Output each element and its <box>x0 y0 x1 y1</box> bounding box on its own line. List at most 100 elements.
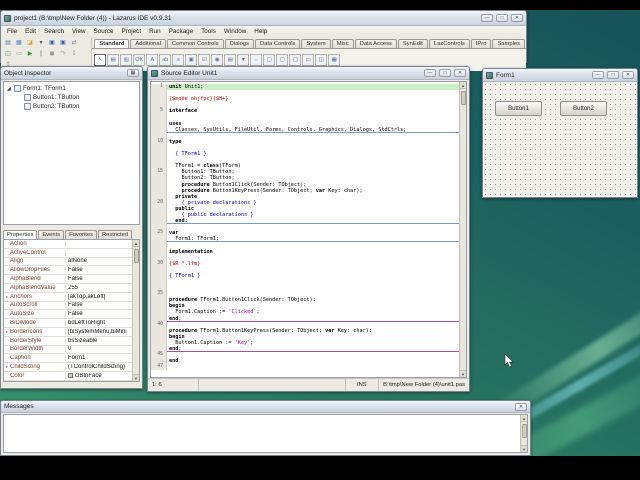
editor-close-button[interactable]: ✕ <box>454 69 466 77</box>
menu-view[interactable]: View <box>69 27 89 37</box>
tframe-icon[interactable]: ◫ <box>315 54 328 66</box>
messages-list[interactable] <box>4 415 520 452</box>
property-value[interactable]: 0 <box>66 346 132 352</box>
property-value[interactable]: False <box>66 267 132 273</box>
property-row-bordericons[interactable]: ▸ BorderIcons [biSystemMenu,biMini <box>4 328 132 337</box>
stop-icon[interactable]: ◼ <box>47 49 57 59</box>
messages-close-button[interactable]: ✕ <box>515 402 527 411</box>
messages-scrollbar[interactable]: ▲ ▼ <box>520 415 527 452</box>
menu-help[interactable]: Help <box>251 27 270 37</box>
form-close-button[interactable]: ✕ <box>622 71 634 79</box>
tree-item-button1[interactable]: Button1: TButton <box>4 93 139 102</box>
scroll-thumb[interactable] <box>133 249 139 263</box>
menu-project[interactable]: Project <box>118 27 144 37</box>
inspector-tab-favorites[interactable]: Favorites <box>65 230 97 239</box>
property-value[interactable]: bsSizeable <box>66 338 132 344</box>
inspector-tab-properties[interactable]: Properties <box>3 230 38 239</box>
scroll-thumb[interactable] <box>460 91 466 105</box>
property-row-borderstyle[interactable]: BorderStyle bsSizeable <box>4 337 132 346</box>
close-button[interactable]: ✕ <box>511 14 523 22</box>
property-value[interactable]: Form1 <box>66 355 132 361</box>
property-row-borderwidth[interactable]: BorderWidth 0 <box>4 346 132 355</box>
property-row-color[interactable]: Color clBtnFace <box>4 372 132 381</box>
palette-tab-synedit[interactable]: SynEdit <box>397 39 428 48</box>
property-row-alphablend[interactable]: AlphaBlend False <box>4 275 132 284</box>
tpopupmenu-icon[interactable]: ▥ <box>120 54 133 66</box>
property-row-align[interactable]: Align alNone <box>4 258 132 267</box>
tmemo-icon[interactable]: ≡ <box>172 54 185 66</box>
tscrollbar-icon[interactable]: ⇔ <box>250 54 263 66</box>
editor-maximize-button[interactable]: □ <box>439 69 451 77</box>
palette-tab-ipro[interactable]: IPro <box>470 39 492 48</box>
palette-tab-samples[interactable]: Samples <box>492 39 525 48</box>
code-area[interactable]: 1 unit Unit1; {$mode objfpc}{$H+} 5 interfac… <box>151 82 459 377</box>
designed-button1[interactable]: Button1 <box>495 101 542 116</box>
property-value[interactable]: False <box>66 302 132 308</box>
save-icon[interactable]: ▣ <box>47 38 57 48</box>
scroll-down-icon[interactable]: ▼ <box>521 445 527 452</box>
tree-item-button2[interactable]: Button2: TButton <box>4 102 139 111</box>
tree-expand-icon[interactable]: ◢ <box>7 86 12 92</box>
object-inspector-menu-icon[interactable]: ▦ <box>127 69 139 77</box>
source-editor-titlebar[interactable]: Source Editor Unit1 — □ ✕ <box>148 67 469 80</box>
tcheckbox-icon[interactable]: ☑ <box>198 54 211 66</box>
scroll-down-icon[interactable]: ▼ <box>133 374 139 381</box>
save-all-icon[interactable]: ▣ <box>58 38 68 48</box>
property-row-bidimode[interactable]: BiDiMode bdLeftToRight <box>4 319 132 328</box>
tcombobox-icon[interactable]: ▼ <box>237 54 250 66</box>
menu-window[interactable]: Window <box>221 27 249 37</box>
property-value[interactable]: clBtnFace <box>66 373 132 379</box>
tgroupbox-icon[interactable]: ▢ <box>263 54 276 66</box>
select-pointer-icon[interactable]: ↖ <box>94 54 107 66</box>
form-design-surface[interactable]: Button1 Button2 <box>483 82 637 197</box>
new-unit-icon[interactable]: ▤ <box>3 38 13 48</box>
property-row-action[interactable]: Action <box>4 240 132 249</box>
scroll-thumb[interactable] <box>521 424 527 438</box>
property-row-allowdropfiles[interactable]: AllowDropFiles False <box>4 266 132 276</box>
inspector-tab-events[interactable]: Events <box>38 230 65 239</box>
property-value[interactable]: False <box>66 276 132 282</box>
open-dropdown-icon[interactable]: ▾ <box>36 38 46 48</box>
inspector-tab-restricted[interactable]: Restricted <box>98 230 133 239</box>
ttogglebox-icon[interactable]: ▣ <box>185 54 198 66</box>
property-row-caption[interactable]: Caption Form1 <box>4 354 132 364</box>
property-row-anchors[interactable]: ▸ Anchors [akTop,akLeft] <box>4 293 132 302</box>
editor-scrollbar[interactable]: ▲ ▼ <box>459 82 466 377</box>
palette-tab-standard[interactable]: Standard <box>94 39 130 48</box>
palette-tab-misc[interactable]: Misc <box>331 39 354 48</box>
palette-tab-dialogs[interactable]: Dialogs <box>224 39 254 48</box>
menu-edit[interactable]: Edit <box>22 27 39 37</box>
tradiobutton-icon[interactable]: ◉ <box>211 54 224 66</box>
scroll-down-icon[interactable]: ▼ <box>460 370 466 377</box>
property-value[interactable]: alNone <box>66 258 132 264</box>
object-inspector-titlebar[interactable]: Object Inspector ▦ <box>1 67 142 80</box>
form-titlebar[interactable]: Form1 — □ ✕ <box>483 69 637 82</box>
property-value[interactable]: bdLeftToRight <box>66 320 132 326</box>
menu-package[interactable]: Package <box>166 27 197 37</box>
tradiogroup-icon[interactable]: ▢ <box>276 54 289 66</box>
scroll-up-icon[interactable]: ▲ <box>460 82 466 89</box>
new-form-icon[interactable]: ▦ <box>14 38 24 48</box>
maximize-button[interactable]: □ <box>496 14 508 22</box>
build-mode-icon[interactable]: ⇄ <box>69 38 79 48</box>
editor-minimize-button[interactable]: — <box>424 69 436 77</box>
open-icon[interactable]: ◪ <box>25 38 35 48</box>
palette-tab-additional[interactable]: Additional <box>130 39 166 48</box>
palette-tab-system[interactable]: System <box>301 39 331 48</box>
tcheckgroup-icon[interactable]: ▢ <box>289 54 302 66</box>
code-editor[interactable]: 1 unit Unit1; {$mode objfpc}{$H+} 5 interfac… <box>150 81 467 378</box>
property-row-childsizing[interactable]: ▸ ChildSizing (TControlChildSizing) <box>4 363 132 372</box>
view-units-icon[interactable]: ▭ <box>14 49 24 59</box>
step-into-icon[interactable]: ↧ <box>69 49 79 59</box>
property-row-activecontrol[interactable]: ActiveControl <box>4 249 132 258</box>
designed-button2[interactable]: Button2 <box>560 101 607 116</box>
property-value[interactable]: 255 <box>66 285 132 291</box>
run-icon[interactable]: ▶ <box>25 49 35 59</box>
step-over-icon[interactable]: ↷ <box>58 49 68 59</box>
property-value[interactable]: False <box>66 311 132 317</box>
tlistbox-icon[interactable]: ▤ <box>224 54 237 66</box>
property-row-autosize[interactable]: AutoSize False <box>4 310 132 320</box>
scroll-up-icon[interactable]: ▲ <box>133 240 139 247</box>
tbutton-icon[interactable]: OK <box>133 54 146 66</box>
pause-icon[interactable]: ∥ <box>36 49 46 59</box>
